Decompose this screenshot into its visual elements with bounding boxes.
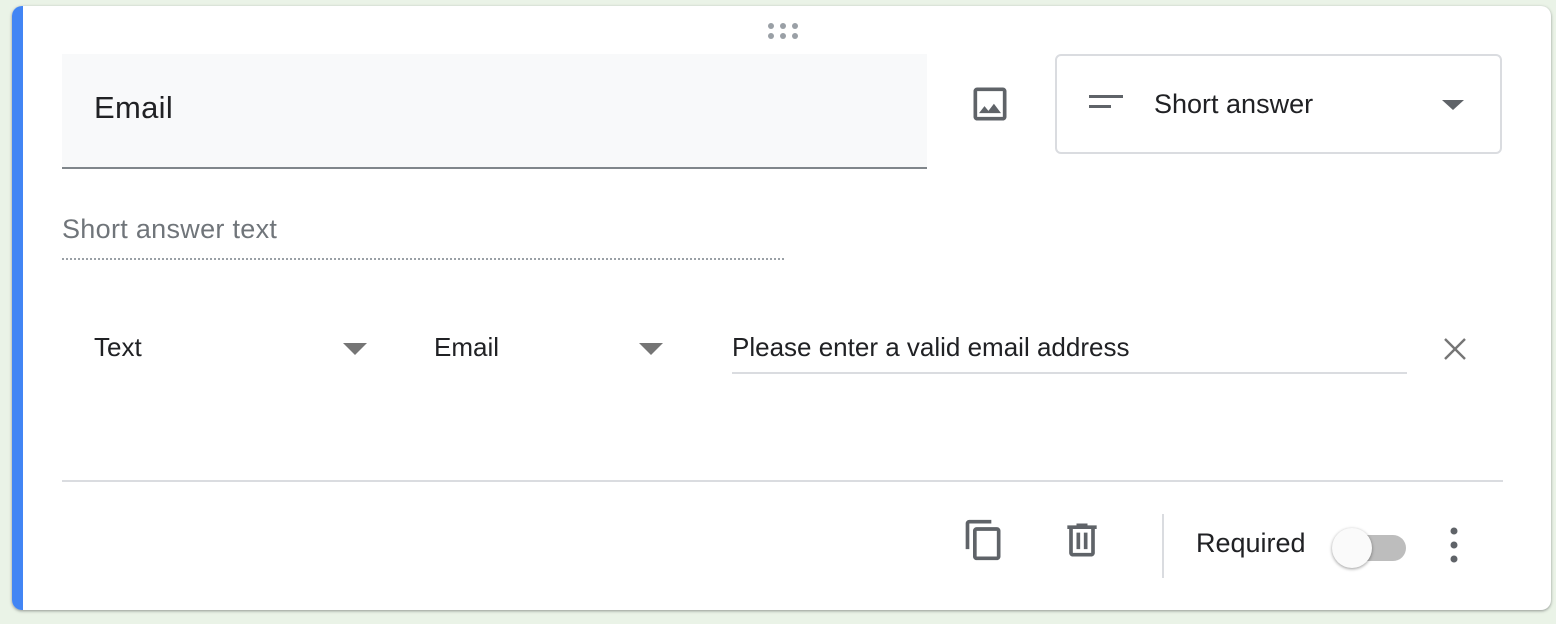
question-title-field[interactable]: Email [62,54,927,169]
validation-category-select[interactable]: Text [94,326,384,366]
question-title: Email [94,90,174,125]
required-label: Required [1196,528,1306,558]
chevron-down-icon [1441,98,1465,112]
chevron-down-icon [638,342,664,356]
short-answer-underline [62,258,784,260]
image-icon[interactable] [968,82,1012,126]
short-answer-placeholder: Short answer text [62,214,278,244]
validation-rule-select[interactable]: Email [434,326,684,366]
question-type-label: Short answer [1154,89,1314,119]
chevron-down-icon [342,342,368,356]
validation-category-label: Text [94,332,142,362]
duplicate-icon[interactable] [962,518,1006,562]
custom-error-text-field[interactable] [732,328,1407,374]
drag-handle-icon[interactable] [766,22,800,40]
required-toggle[interactable] [1332,526,1408,570]
question-card[interactable]: Email Short answer Short answer text Tex… [12,6,1551,610]
required-toggle-thumb [1332,528,1372,568]
delete-icon[interactable] [1060,518,1104,562]
close-icon[interactable] [1440,334,1470,364]
question-type-select[interactable]: Short answer [1055,54,1502,154]
validation-rule-label: Email [434,332,500,362]
more-vert-icon[interactable] [1442,524,1466,566]
footer-separator [1162,514,1164,578]
active-accent-bar [12,6,23,610]
short-answer-icon [1087,92,1125,114]
footer-divider [62,480,1503,482]
custom-error-text-input[interactable] [732,332,1407,363]
